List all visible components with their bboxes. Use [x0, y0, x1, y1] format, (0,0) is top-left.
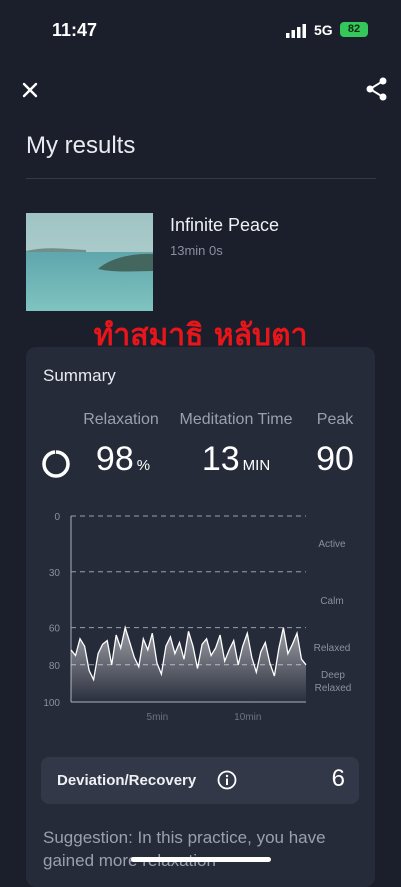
home-indicator [131, 857, 271, 862]
share-icon[interactable] [364, 76, 390, 102]
info-icon[interactable] [217, 770, 237, 790]
zone-label: Relaxed [315, 683, 352, 694]
zone-label: Active [318, 539, 346, 550]
track-duration: 13min 0s [170, 243, 223, 258]
y-tick-label: 0 [54, 512, 60, 523]
page-title: My results [26, 132, 136, 159]
suggestion-text: Suggestion: In this practice, you have g… [43, 828, 326, 870]
status-bar: 11:47 5G 82 [0, 0, 401, 60]
y-tick-label: 80 [49, 661, 61, 672]
stat-label-relaxation: Relaxation [83, 411, 159, 428]
deviation-value: 6 [331, 765, 345, 792]
y-tick-label: 60 [49, 624, 61, 635]
stat-value-relaxation: 98% [86, 440, 160, 479]
y-tick-label: 100 [43, 698, 60, 709]
divider [26, 178, 376, 179]
relaxation-ring-icon [42, 450, 70, 478]
relaxation-chart: 0 30 60 80 100 Active Calm Relaxed Deep Relaxed 5m… [43, 512, 352, 723]
stat-label-peak: Peak [316, 411, 354, 428]
meditation-time-value: 13 [201, 440, 240, 478]
x-tick-label: 10min [234, 712, 261, 723]
zone-label: Deep [321, 670, 345, 681]
peak-value: 90 [316, 440, 354, 478]
network-label: 5G [314, 22, 333, 38]
summary-title: Summary [43, 366, 116, 385]
close-icon[interactable] [18, 78, 42, 102]
battery-icon: 82 [340, 22, 368, 37]
track-thumbnail [26, 213, 153, 311]
meditation-time-unit: MIN [242, 457, 271, 474]
y-tick-label: 30 [49, 568, 61, 579]
zone-label: Calm [320, 596, 343, 607]
relaxation-value: 98 [95, 440, 134, 478]
track-title: Infinite Peace [170, 215, 280, 235]
status-time: 11:47 [52, 20, 98, 40]
relaxation-unit: % [136, 457, 151, 474]
stat-label-meditation-time: Meditation Time [179, 411, 293, 428]
deviation-label: Deviation/Recovery [57, 772, 197, 789]
zone-label: Relaxed [314, 643, 351, 654]
x-tick-label: 5min [147, 712, 169, 723]
stat-value-peak: 90 [305, 440, 365, 479]
signal-icon [286, 24, 306, 38]
stat-value-meditation-time: 13 MIN [190, 440, 282, 479]
overlay-caption: ทำสมาธิ หลับตา [93, 318, 308, 353]
